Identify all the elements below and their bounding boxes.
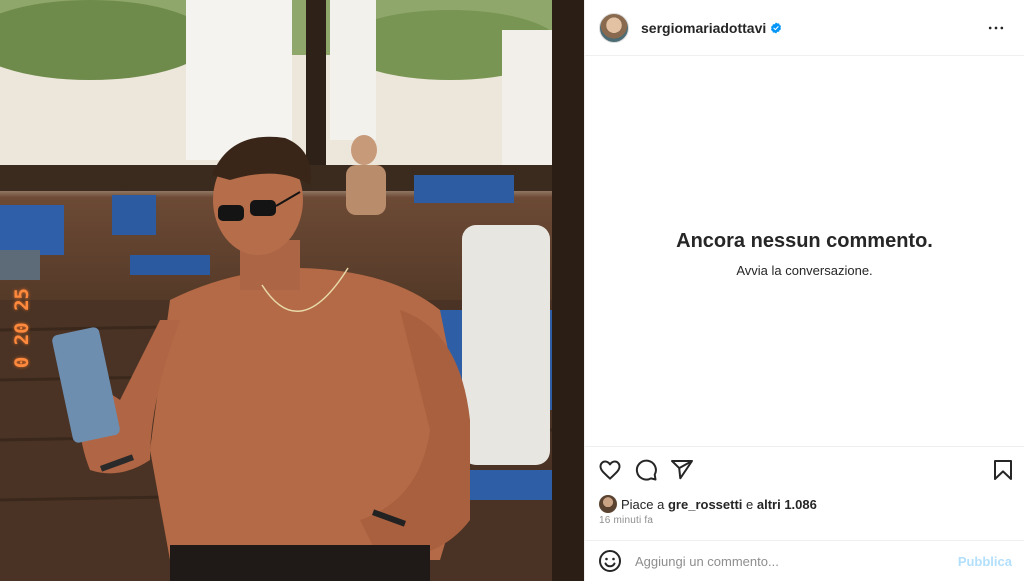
likes-others-link[interactable]: altri 1.086 [757,497,817,512]
publish-button[interactable]: Pubblica [958,554,1012,569]
emoji-icon[interactable] [597,548,623,574]
bookmark-icon[interactable] [990,457,1016,483]
username-link[interactable]: sergiomariadottavi [641,20,766,36]
post-photo[interactable]: 0 20 25 [0,0,584,581]
comments-area: Ancora nessun commento. Avvia la convers… [585,56,1024,446]
post-side-panel: sergiomariadottavi Ancora nessun comment… [584,0,1024,581]
photo-date-stamp: 0 20 25 [11,288,33,369]
post-header: sergiomariadottavi [585,0,1024,56]
more-options-icon[interactable] [984,16,1008,40]
liker-username-link[interactable]: gre_rossetti [668,497,742,512]
comment-icon[interactable] [633,457,659,483]
likes-connector: e [742,496,757,512]
avatar[interactable] [599,12,629,43]
photo-illustration [0,0,584,581]
share-icon[interactable] [669,457,695,483]
action-bar [585,446,1024,492]
post-timestamp[interactable]: 16 minuti fa [599,515,653,526]
empty-comments-subtitle: Avvia la conversazione. [736,263,873,278]
likes-summary: Piace a gre_rossetti e altri 1.086 [599,492,1010,516]
likes-prefix: Piace a [621,496,668,512]
heart-icon[interactable] [597,457,623,483]
empty-comments-title: Ancora nessun commento. [676,230,933,252]
comment-input[interactable] [635,553,958,569]
verified-badge-icon [771,21,782,34]
liker-avatar[interactable] [599,495,617,513]
comment-composer: Pubblica [585,540,1024,581]
